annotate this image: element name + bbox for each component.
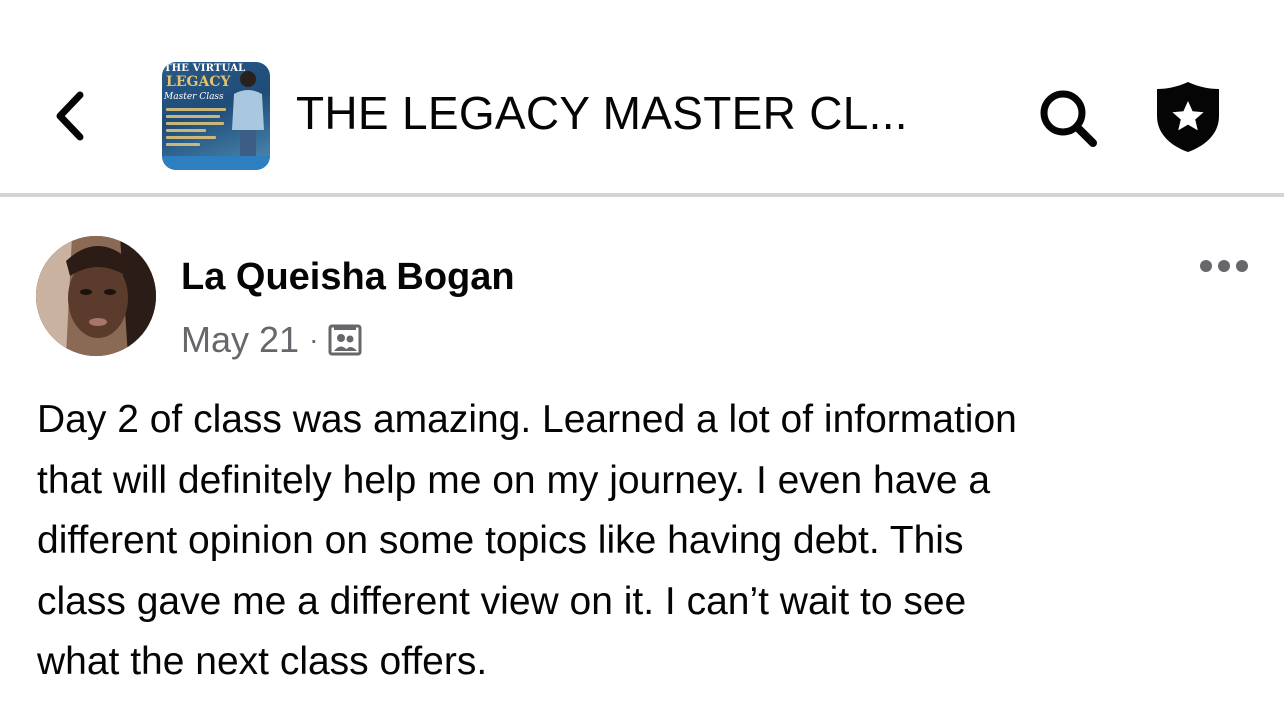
chevron-left-icon [56, 91, 84, 141]
back-button[interactable] [42, 84, 98, 148]
shield-star-icon [1157, 82, 1219, 152]
post-line: Day 2 of class was amazing. Learned a lo… [37, 398, 1017, 441]
search-icon [1040, 90, 1097, 147]
post-options-button[interactable] [1192, 246, 1256, 286]
admin-tools-button[interactable] [1150, 78, 1226, 156]
post-line: class gave me a different view on it. I … [37, 579, 967, 623]
post-line: what the next class offers. [37, 640, 488, 683]
post-body: Day 2 of class was amazing. Learned a lo… [37, 390, 1247, 693]
post-date[interactable]: May 21 [181, 319, 299, 361]
group-thumbnail[interactable]: THE VIRTUAL LEGACY Master Class [162, 62, 270, 170]
group-title[interactable]: THE LEGACY MASTER CL... [296, 86, 908, 140]
thumbnail-text-lines [166, 108, 230, 150]
meta-separator: · [309, 324, 319, 355]
thumbnail-line2: LEGACY [166, 74, 231, 90]
avatar[interactable] [36, 236, 156, 356]
search-button[interactable] [1034, 84, 1102, 152]
post-line: that will definitely help me on my journ… [37, 458, 991, 502]
header-divider [0, 193, 1284, 197]
thumbnail-line1: THE VIRTUAL [164, 63, 246, 74]
group-members-icon [328, 324, 362, 356]
author-name[interactable]: La Queisha Bogan [181, 256, 515, 299]
group-header: THE VIRTUAL LEGACY Master Class THE LEGA… [0, 0, 1284, 193]
profile-photo [36, 236, 156, 356]
thumbnail-footer-band [162, 156, 270, 170]
thumbnail-line3: Master Class [164, 92, 224, 102]
post-line: different opinion on some topics like ha… [37, 519, 964, 562]
post-meta: May 21 · [181, 318, 362, 362]
more-horizontal-icon [1200, 260, 1248, 272]
person-silhouette-icon [232, 71, 264, 166]
